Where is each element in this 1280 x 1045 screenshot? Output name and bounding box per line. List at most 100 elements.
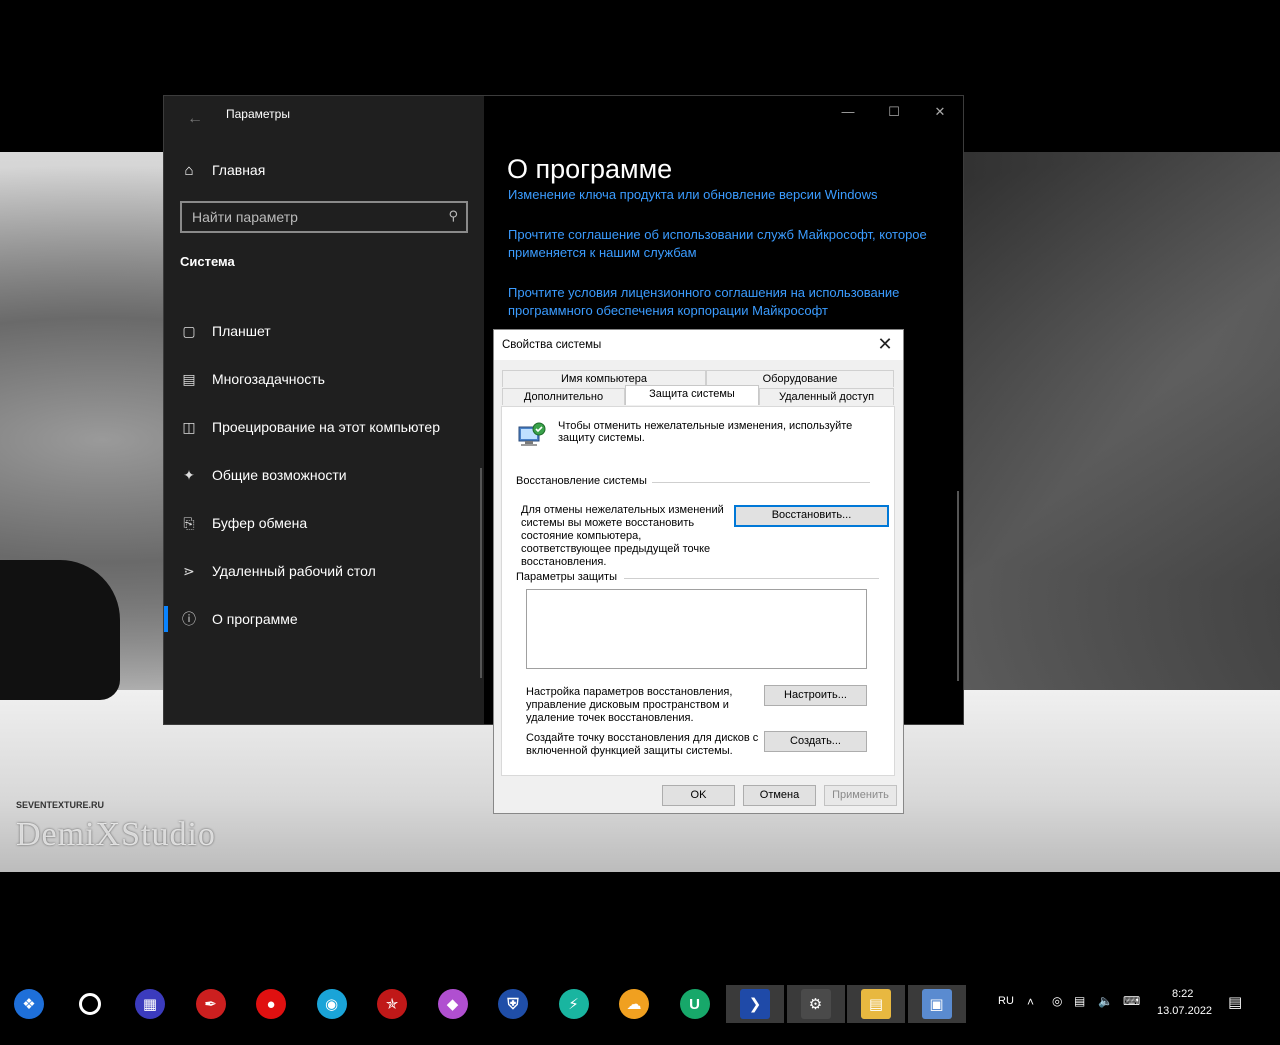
maximize-icon[interactable]: ☐ [871, 96, 917, 128]
system-protection-icon [517, 421, 546, 447]
settings-gear-icon: ⚙ [800, 989, 831, 1019]
taskbar-app[interactable]: ⛨ [484, 985, 542, 1023]
cancel-button[interactable]: Отмена [743, 785, 816, 806]
start-orb-icon: ❖ [14, 989, 44, 1019]
restore-group-label: Восстановление системы [516, 475, 647, 487]
paint-icon: ✒ [195, 989, 226, 1019]
projecting-icon: ◫ [182, 418, 196, 435]
protection-drives-list[interactable] [526, 589, 867, 669]
ok-button[interactable]: OK [662, 785, 735, 806]
tab-advanced[interactable]: Дополнительно [502, 388, 625, 405]
sidebar-item-label: Проецирование на этот компьютер [212, 419, 440, 435]
sidebar-item-about[interactable]: ⓘ О программе [180, 606, 298, 632]
sidebar-item-label: О программе [212, 611, 298, 627]
taskbar-app[interactable]: ◆ [424, 985, 482, 1023]
link-license-terms[interactable]: Прочтите условия лицензионного соглашени… [508, 284, 948, 320]
tab-remote[interactable]: Удаленный доступ [759, 388, 894, 405]
intro-text: Чтобы отменить нежелательные изменения, … [558, 420, 853, 444]
search-icon: ⚲ [448, 208, 458, 223]
active-indicator [164, 606, 168, 632]
network-icon[interactable]: ▤ [1074, 994, 1085, 1034]
home-icon: ⌂ [184, 161, 194, 179]
nav-home-label: Главная [212, 162, 266, 178]
taskbar-app[interactable]: ✯ [363, 985, 421, 1023]
close-icon[interactable]: ✕ [875, 334, 895, 355]
sidebar-item-tablet[interactable]: ▢ Планшет [180, 318, 270, 344]
file-explorer-icon: ▤ [861, 989, 891, 1019]
nav-home[interactable]: ⌂ Главная [180, 158, 265, 182]
search-input[interactable]: Найти параметр ⚲ [180, 201, 468, 233]
restore-description: Для отмены нежелательных изменений систе… [521, 504, 724, 568]
taskbar-app[interactable]: ▦ [121, 985, 179, 1023]
wallpaper-small-text: SEVENTEXTURE.RU [16, 800, 105, 810]
sidebar-item-label: Общие возможности [212, 467, 347, 483]
sidebar-item-remote-desktop[interactable]: ⋗ Удаленный рабочий стол [180, 558, 376, 584]
system-properties-icon: ▣ [921, 989, 952, 1019]
tab-system-protection[interactable]: Защита системы [625, 385, 759, 405]
taskbar-app[interactable]: ✒ [182, 985, 240, 1023]
info-icon: ⓘ [182, 611, 196, 627]
taskbar-app[interactable]: ❖ [0, 985, 58, 1023]
taskbar-app[interactable]: U [666, 985, 724, 1023]
sidebar-scrollbar[interactable] [480, 468, 482, 678]
protection-group-label: Параметры защиты [516, 571, 617, 583]
link-services-agreement[interactable]: Прочтите соглашение об использовании слу… [508, 226, 948, 262]
system-properties-dialog: Свойства системы ✕ Имя компьютера Оборуд… [493, 329, 904, 814]
taskbar-app[interactable]: ⚡ [545, 985, 603, 1023]
cortana-icon [78, 993, 101, 1015]
sidebar-item-shared-experiences[interactable]: ✦ Общие возможности [180, 462, 347, 488]
wallpaper-watermark: DemiXStudio [16, 816, 216, 853]
search-placeholder: Найти параметр [192, 209, 298, 225]
close-icon[interactable]: ✕ [917, 96, 963, 128]
powershell-icon: ❯ [740, 989, 770, 1019]
recorder-icon: ● [256, 989, 286, 1019]
clipboard-icon: ⎘ [183, 514, 195, 531]
taskbar: ❖ ▦ ✒ ● ◉ ✯ ◆ ⛨ ⚡ ☁ U ❯ ⚙ ▤ ▣ RU ˄ ◎ ▤ 🔈 ⌨ 8:22 13.07.… [0, 984, 1280, 1024]
notifications-icon[interactable]: ▤ [1228, 993, 1242, 1033]
edge-icon: ◉ [316, 989, 347, 1019]
multitasking-icon: ▤ [182, 370, 196, 387]
taskbar-app[interactable]: ❯ [726, 985, 784, 1023]
back-arrow-icon[interactable]: ← [180, 104, 210, 134]
create-button[interactable]: Создать... [764, 731, 867, 752]
divider [624, 578, 879, 579]
wallpaper-figure [960, 152, 1280, 712]
language-indicator[interactable]: RU [998, 995, 1014, 1035]
sidebar-item-label: Удаленный рабочий стол [212, 563, 376, 579]
page-title: О программе [507, 154, 673, 184]
taskbar-app[interactable]: ▣ [907, 985, 966, 1023]
restore-button[interactable]: Восстановить... [734, 505, 889, 527]
remote-desktop-icon: ⋗ [183, 562, 195, 579]
configure-description: Настройка параметров восстановления, упр… [526, 686, 733, 724]
clock-date[interactable]: 13.07.2022 [1157, 1005, 1212, 1045]
taskbar-app[interactable] [61, 985, 119, 1023]
keyboard-icon[interactable]: ⌨ [1123, 994, 1140, 1034]
app-store-icon: ▦ [135, 989, 165, 1019]
dialog-title: Свойства системы [502, 339, 602, 351]
u-app-icon: U [679, 989, 710, 1019]
divider [652, 482, 870, 483]
sidebar-item-multitasking[interactable]: ▤ Многозадачность [180, 366, 325, 392]
taskbar-app[interactable]: ◉ [303, 985, 361, 1023]
minimize-icon[interactable]: — [825, 96, 871, 128]
taskbar-app[interactable]: ▤ [847, 985, 905, 1023]
sidebar-item-clipboard[interactable]: ⎘ Буфер обмена [180, 510, 307, 536]
tablet-icon: ▢ [182, 322, 196, 339]
configure-button[interactable]: Настроить... [764, 685, 867, 706]
window-controls: — ☐ ✕ [825, 96, 963, 128]
volume-icon[interactable]: 🔈 [1098, 994, 1113, 1034]
apply-button[interactable]: Применить [824, 785, 897, 806]
taskbar-app[interactable]: ☁ [605, 985, 663, 1023]
taskbar-app[interactable]: ● [242, 985, 300, 1023]
taskbar-app[interactable]: ⚙ [786, 985, 845, 1023]
tray-chevron-icon[interactable]: ˄ [1027, 995, 1034, 1035]
content-scrollbar[interactable] [957, 491, 959, 681]
dialog-titlebar: Свойства системы ✕ [494, 330, 903, 360]
wallpaper-mirror [0, 560, 120, 700]
camera-icon[interactable]: ◎ [1052, 994, 1062, 1034]
window-title: Параметры [226, 107, 290, 121]
section-title: Система [180, 254, 235, 269]
sidebar-item-projecting[interactable]: ◫ Проецирование на этот компьютер [180, 414, 440, 440]
sidebar-item-label: Многозадачность [212, 371, 325, 387]
link-product-key[interactable]: Изменение ключа продукта или обновление … [508, 186, 948, 204]
